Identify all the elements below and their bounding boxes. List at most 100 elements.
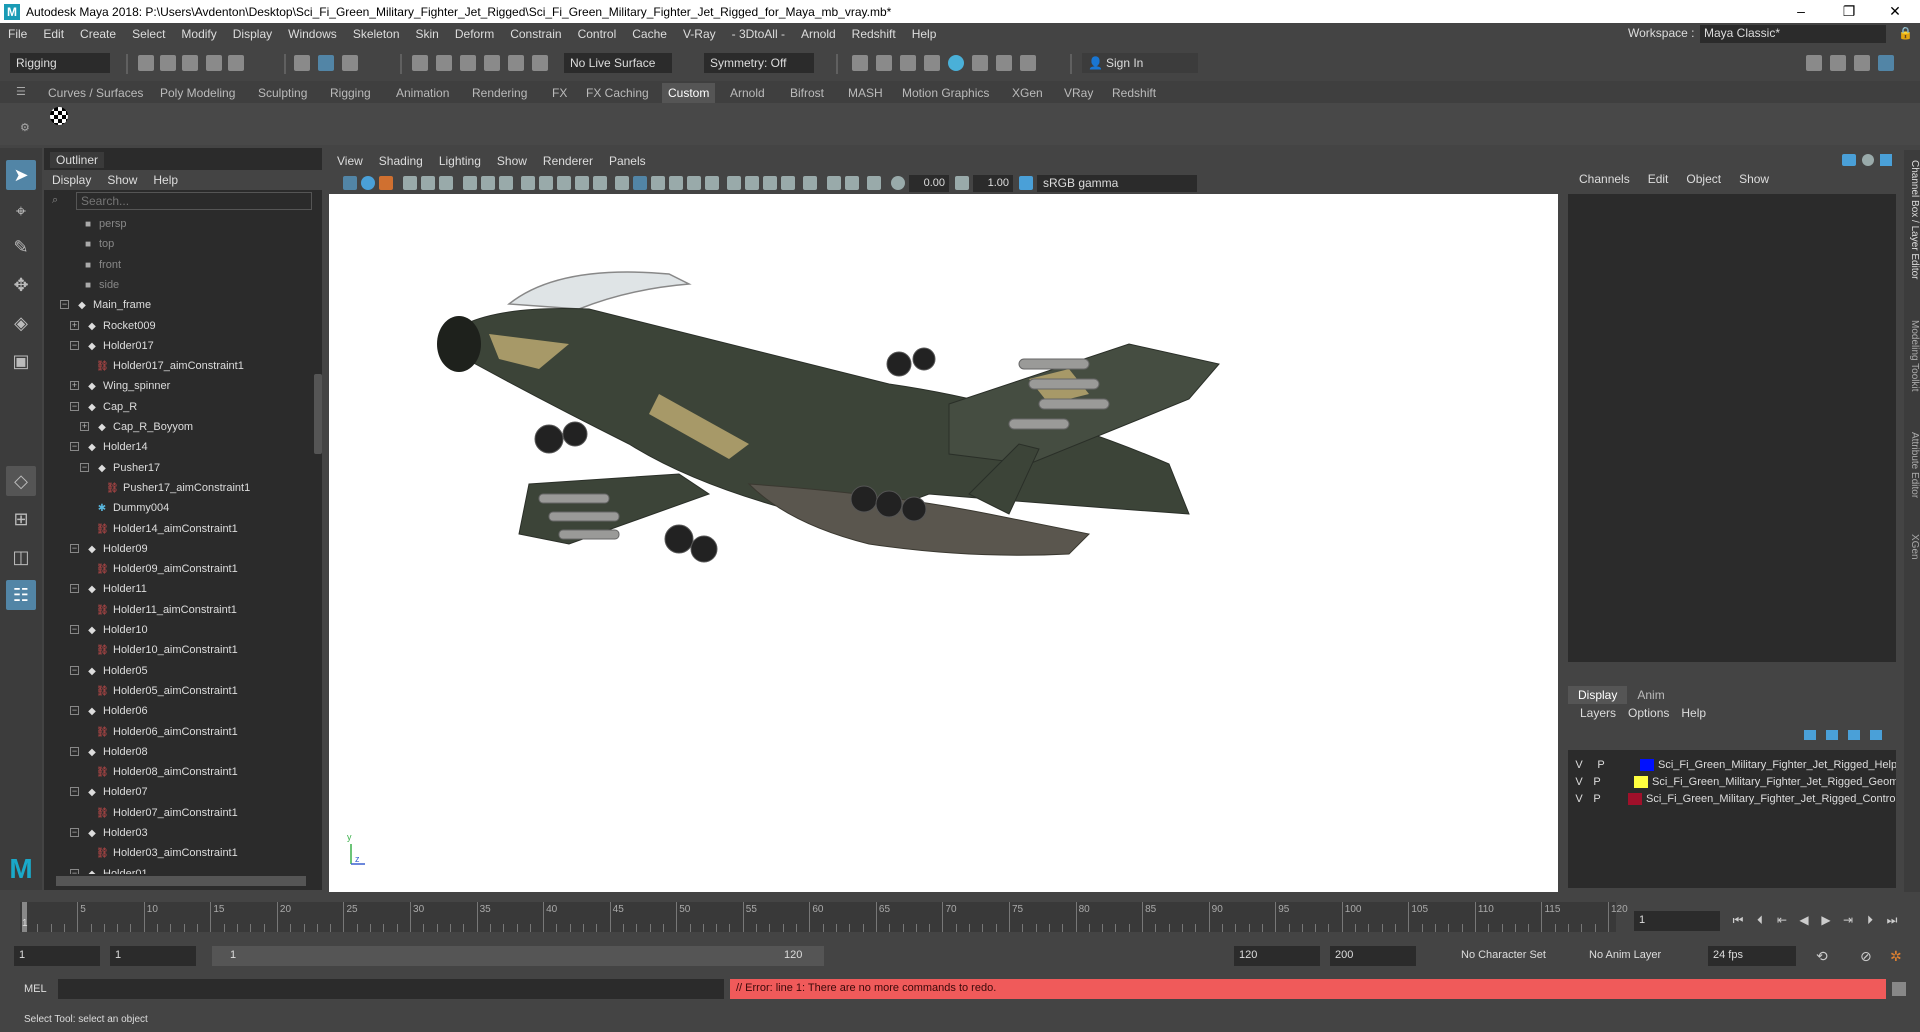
outliner-item[interactable]: ■ top (82, 234, 114, 254)
shelf-tab-redshift[interactable]: Redshift (1106, 83, 1162, 103)
maximize-button[interactable]: ❐ (1826, 0, 1872, 23)
expand-icon[interactable]: + (70, 381, 79, 391)
snap-vertex-icon[interactable] (532, 55, 548, 71)
outliner-item[interactable]: ⛓ Holder09_aimConstraint1 (96, 559, 238, 579)
anti-aliasing-icon[interactable] (781, 176, 795, 190)
command-input[interactable] (58, 979, 724, 999)
hypershade-icon[interactable] (948, 55, 964, 71)
shelf-tab-rendering[interactable]: Rendering (466, 83, 533, 103)
toggle-attribute-editor-icon[interactable] (1830, 55, 1846, 71)
viewport-menu-panels[interactable]: Panels (601, 154, 654, 168)
shelf-menu-icon[interactable]: ☰ (16, 85, 26, 98)
checker-ball-icon[interactable] (50, 107, 68, 125)
rotate-tool-icon[interactable]: ◈ (6, 308, 36, 338)
script-editor-icon[interactable] (1892, 982, 1906, 996)
outliner-item[interactable]: ■ persp (82, 214, 127, 234)
outliner-search-input[interactable] (76, 192, 312, 210)
menu-windows[interactable]: Windows (280, 27, 345, 41)
outliner-vertical-scrollbar[interactable] (314, 214, 322, 874)
go-to-start-icon[interactable]: ⏮ (1730, 911, 1746, 929)
outliner-layout-icon[interactable]: ☷ (6, 580, 36, 610)
outliner-item[interactable]: ■ side (82, 275, 119, 295)
shelf-tab-custom[interactable]: Custom (662, 83, 716, 103)
collapse-icon[interactable]: − (70, 828, 79, 837)
viewport-menu-renderer[interactable]: Renderer (535, 154, 601, 168)
gamma-icon[interactable] (955, 176, 969, 190)
lock-icon[interactable]: 🔒 (1898, 26, 1913, 40)
menu-3dtoall[interactable]: - 3DtoAll - (724, 27, 793, 41)
outliner-item[interactable]: ◆ Wing_spinner (86, 376, 170, 396)
resolution-gate-icon[interactable] (499, 176, 513, 190)
toggle-modeling-toolkit-icon[interactable] (1806, 55, 1822, 71)
view-transform-dropdown[interactable]: sRGB gamma (1037, 175, 1197, 192)
collapse-icon[interactable]: − (70, 584, 79, 594)
move-layer-up-icon[interactable] (1804, 730, 1816, 740)
render-settings-icon[interactable] (924, 55, 940, 71)
viewport-menu-show[interactable]: Show (489, 154, 535, 168)
loop-icon[interactable]: ⟲ (1816, 948, 1828, 965)
channel-box-body[interactable] (1568, 194, 1896, 662)
select-hierarchy-icon[interactable] (294, 55, 310, 71)
layer-menu-options[interactable]: Options (1622, 706, 1675, 720)
script-language-toggle[interactable]: MEL (24, 983, 47, 995)
step-forward-frame-icon[interactable]: ⏵ (1862, 911, 1878, 929)
collapse-icon[interactable]: − (80, 462, 89, 472)
outliner-menu-help[interactable]: Help (145, 173, 186, 187)
use-all-lights-icon[interactable] (705, 176, 719, 190)
outliner-item[interactable]: ⛓ Holder14_aimConstraint1 (96, 519, 238, 539)
menu-skin[interactable]: Skin (408, 27, 447, 41)
isolate-select-icon[interactable] (803, 176, 817, 190)
select-object-icon[interactable] (318, 55, 334, 71)
collapse-icon[interactable]: − (70, 625, 79, 634)
single-view-icon[interactable]: ◇ (6, 466, 36, 496)
snap-grid-icon[interactable] (412, 55, 428, 71)
new-layer-selected-icon[interactable] (1870, 730, 1882, 740)
menu-create[interactable]: Create (72, 27, 124, 41)
animation-end-field[interactable]: 200 (1330, 946, 1416, 966)
step-forward-key-icon[interactable]: ⇥ (1840, 911, 1856, 929)
side-tab-xgen[interactable]: XGen (1904, 534, 1920, 560)
outliner-horizontal-scrollbar[interactable] (56, 876, 306, 886)
select-component-icon[interactable] (342, 55, 358, 71)
side-tab-modeling-toolkit[interactable]: Modeling Toolkit (1904, 320, 1920, 392)
channel-box-icon[interactable] (1842, 154, 1856, 166)
outliner-item[interactable]: ⛓ Pusher17_aimConstraint1 (106, 478, 250, 498)
playback-start-field[interactable]: 1 (110, 946, 196, 966)
symmetry-dropdown[interactable]: Symmetry: Off (704, 53, 814, 73)
expand-icon[interactable]: + (80, 422, 89, 431)
outliner-item[interactable]: ◆ Holder05 (86, 661, 148, 681)
exposure-icon[interactable] (891, 176, 905, 190)
snap-curve-icon[interactable] (436, 55, 452, 71)
menu-control[interactable]: Control (570, 27, 625, 41)
menu-vray[interactable]: V-Ray (675, 27, 724, 41)
go-to-end-icon[interactable]: ⏭ (1884, 911, 1900, 929)
render-setup-icon[interactable] (972, 55, 988, 71)
shadows-icon[interactable] (727, 176, 741, 190)
shelf-tab-motion-graphics[interactable]: Motion Graphics (896, 83, 995, 103)
viewport-menu-lighting[interactable]: Lighting (431, 154, 489, 168)
menu-constrain[interactable]: Constrain (502, 27, 569, 41)
outliner-item[interactable]: ◆ Holder11 (86, 579, 147, 599)
image-plane-icon[interactable] (403, 176, 417, 190)
snap-surface-icon[interactable] (508, 55, 524, 71)
outliner-item[interactable]: ◆ Cap_R (86, 397, 137, 417)
field-chart-icon[interactable] (539, 176, 553, 190)
channel-box-menu-edit[interactable]: Edit (1639, 172, 1678, 186)
four-view-icon[interactable]: ⊞ (6, 504, 36, 534)
two-view-icon[interactable]: ◫ (6, 542, 36, 572)
paint-select-tool-icon[interactable]: ✎ (6, 232, 36, 262)
channel-box-menu-object[interactable]: Object (1677, 172, 1730, 186)
grid-toggle-icon[interactable] (463, 176, 477, 190)
outliner-item[interactable]: ✱ Dummy004 (96, 498, 169, 518)
collapse-icon[interactable]: − (70, 442, 79, 452)
viewport-menu-shading[interactable]: Shading (371, 154, 431, 168)
select-tool-icon[interactable]: ➤ (6, 160, 36, 190)
close-button[interactable]: ✕ (1872, 0, 1918, 23)
outliner-item[interactable]: ◆ Holder09 (86, 539, 148, 559)
wireframe-on-shaded-icon[interactable] (669, 176, 683, 190)
layer-tab-display[interactable]: Display (1568, 686, 1628, 704)
layer-menu-layers[interactable]: Layers (1574, 706, 1622, 720)
expand-icon[interactable]: + (70, 320, 79, 330)
bookmark-icon[interactable] (379, 176, 393, 190)
minimize-button[interactable]: – (1778, 0, 1824, 23)
